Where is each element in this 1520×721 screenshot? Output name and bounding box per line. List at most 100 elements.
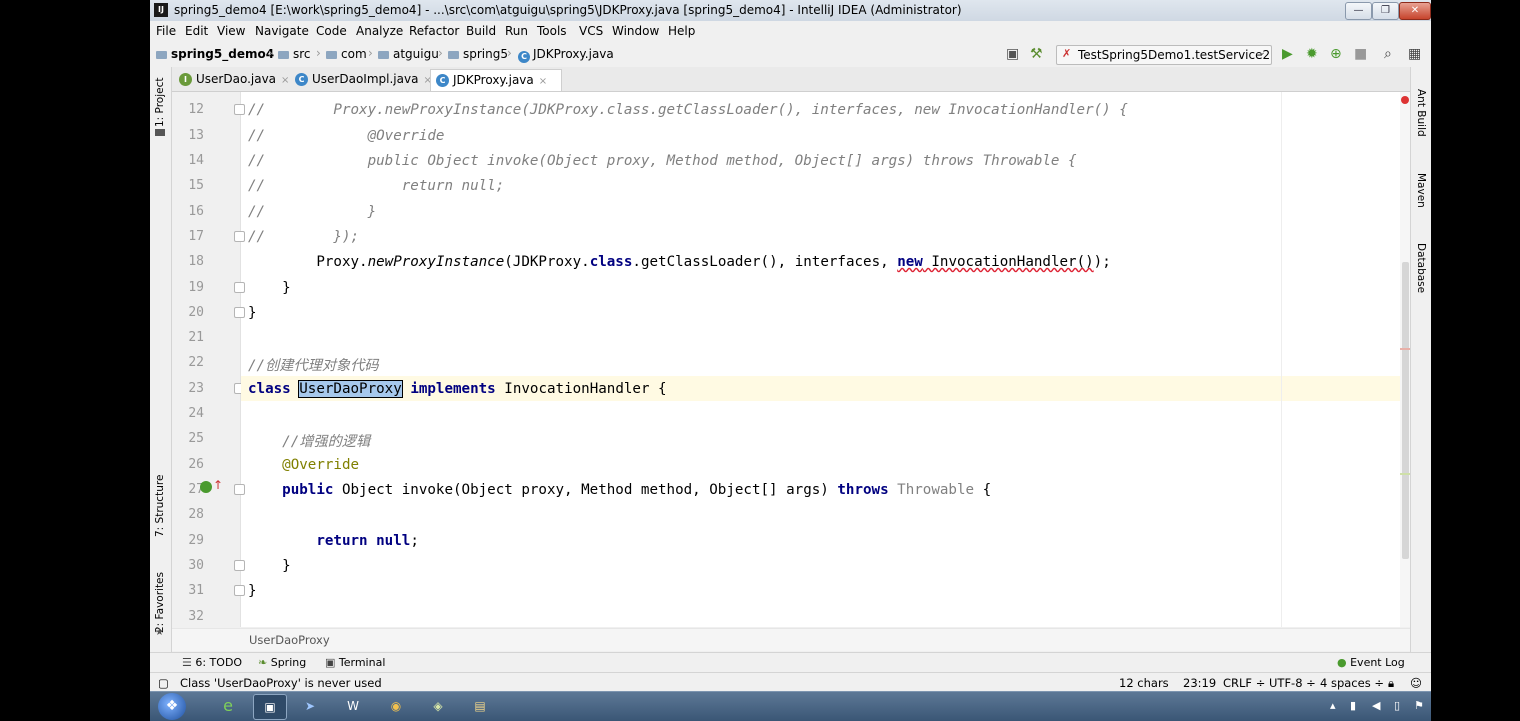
menu-file[interactable]: File — [156, 24, 176, 38]
chrome-taskbar-icon[interactable]: ◉ — [380, 694, 412, 718]
menu-build[interactable]: Build — [466, 24, 496, 38]
code-editor[interactable]: 12 13 14 15 16 17 18 19 20 21 22 23 24 2… — [172, 92, 1410, 627]
class-icon: C — [295, 73, 308, 86]
coverage-icon[interactable]: ⊕ — [1330, 46, 1342, 62]
breadcrumb-file[interactable]: C JDKProxy.java — [518, 47, 614, 63]
menu-window[interactable]: Window — [612, 24, 659, 38]
tool-database[interactable]: Database — [1415, 243, 1427, 293]
line-separator[interactable]: CRLF ÷ — [1223, 676, 1265, 690]
fold-marker-icon[interactable] — [234, 585, 245, 596]
tool-project[interactable]: 1: Project — [154, 78, 166, 127]
tool-favorites[interactable]: 2: Favorites — [154, 572, 166, 633]
tray-display-icon[interactable]: ▯ — [1394, 699, 1400, 712]
menu-view[interactable]: View — [217, 24, 245, 38]
debug-icon[interactable]: ✹ — [1306, 46, 1318, 62]
editor-scrollbar[interactable] — [1400, 92, 1410, 627]
folder-icon — [448, 51, 459, 59]
tab-jdkproxy[interactable]: C JDKProxy.java × — [430, 69, 562, 91]
code-line-13: // @Override — [248, 128, 445, 144]
line-number: 12 — [188, 102, 204, 117]
layout-icon[interactable]: ▣ — [1006, 46, 1019, 62]
menu-code[interactable]: Code — [316, 24, 347, 38]
line-number: 26 — [188, 457, 204, 472]
fold-marker-icon[interactable] — [234, 560, 245, 571]
indent-setting[interactable]: 4 spaces ÷ — [1320, 676, 1384, 690]
project-structure-icon[interactable]: ▦ — [1408, 46, 1421, 62]
fold-marker-icon[interactable] — [234, 231, 245, 242]
lock-icon[interactable]: 🔒︎ — [1388, 676, 1394, 691]
app-taskbar-icon[interactable]: ➤ — [294, 694, 326, 718]
explorer-taskbar-icon[interactable]: ▤ — [464, 694, 496, 718]
chevron-right-icon: › — [268, 46, 273, 60]
status-message[interactable]: Class 'UserDaoProxy' is never used — [180, 676, 382, 690]
tool-todo[interactable]: ☰ 6: TODO — [182, 656, 242, 669]
class-icon: C — [436, 74, 449, 87]
tool-terminal[interactable]: ▣ Terminal — [325, 656, 385, 669]
menu-edit[interactable]: Edit — [185, 24, 208, 38]
line-number: 16 — [188, 204, 204, 219]
stop-icon[interactable]: ■ — [1354, 46, 1367, 62]
tray-up-arrow-icon[interactable]: ▴ — [1330, 699, 1336, 712]
tool-structure[interactable]: 7: Structure — [154, 475, 166, 537]
leaf-icon: ❧ — [258, 656, 271, 669]
code-line-30: } — [248, 558, 291, 574]
tool-taskbar-icon[interactable]: ◈ — [422, 694, 454, 718]
breadcrumb-atguigu[interactable]: atguigu — [378, 47, 439, 61]
implements-method-icon[interactable] — [200, 481, 212, 493]
breadcrumb-com[interactable]: com — [326, 47, 367, 61]
line-number: 32 — [188, 609, 204, 624]
menu-refactor[interactable]: Refactor — [409, 24, 459, 38]
minimize-button[interactable]: — — [1345, 2, 1372, 20]
scrollbar-thumb[interactable] — [1402, 262, 1409, 559]
code-line-12: // Proxy.newProxyInstance(JDKProxy.class… — [248, 102, 1128, 118]
menu-analyze[interactable]: Analyze — [356, 24, 403, 38]
breadcrumb-spring5[interactable]: spring5 — [448, 47, 508, 61]
tool-maven[interactable]: Maven — [1415, 173, 1427, 208]
breadcrumb-project[interactable]: spring5_demo4 — [156, 47, 274, 61]
fold-marker-icon[interactable] — [234, 484, 245, 495]
menu-help[interactable]: Help — [668, 24, 695, 38]
close-button[interactable]: ✕ — [1399, 2, 1431, 20]
close-tab-icon[interactable]: × — [539, 76, 547, 87]
tray-network-icon[interactable]: ▮ — [1350, 699, 1356, 712]
structure-breadcrumb[interactable]: UserDaoProxy — [249, 633, 330, 647]
tab-userdaoimpl[interactable]: C UserDaoImpl.java × — [290, 69, 444, 90]
inspector-icon[interactable]: ☺ — [1410, 676, 1422, 690]
ie-browser-icon[interactable]: e — [212, 694, 244, 718]
chevron-down-icon: ⌄ — [1257, 47, 1266, 58]
tool-ant-build[interactable]: Ant Build — [1415, 89, 1427, 137]
run-icon[interactable]: ▶ — [1282, 46, 1293, 62]
tab-userdao[interactable]: I UserDao.java × — [174, 69, 304, 90]
close-tab-icon[interactable]: × — [281, 75, 289, 86]
arrow-up-icon[interactable]: ↑ — [213, 478, 223, 492]
tray-flag-icon[interactable]: ⚑ — [1414, 699, 1424, 712]
fold-marker-icon[interactable] — [234, 104, 245, 115]
caret-position[interactable]: 23:19 — [1183, 676, 1216, 690]
error-stripe-marker[interactable] — [1400, 348, 1410, 350]
menu-tools[interactable]: Tools — [537, 24, 567, 38]
windows-start-icon[interactable]: ❖ — [158, 693, 186, 720]
fold-marker-icon[interactable] — [234, 307, 245, 318]
build-hammer-icon[interactable]: ⚒ — [1030, 46, 1043, 62]
word-taskbar-icon[interactable]: W — [337, 694, 369, 718]
warning-stripe-marker[interactable] — [1400, 473, 1410, 475]
line-number: 25 — [188, 431, 204, 446]
line-number: 24 — [188, 406, 204, 421]
search-icon[interactable]: ⌕ — [1384, 46, 1392, 62]
menu-run[interactable]: Run — [505, 24, 528, 38]
left-tool-strip: 1: Project 7: Structure 2: Favorites ★ — [150, 67, 172, 655]
error-indicator-icon[interactable] — [1401, 96, 1409, 104]
file-encoding[interactable]: UTF-8 ÷ — [1269, 676, 1316, 690]
toggle-tool-windows-icon[interactable]: ▢ — [158, 676, 169, 690]
title-bar[interactable]: IJ spring5_demo4 [E:\work\spring5_demo4]… — [150, 0, 1431, 22]
menu-vcs[interactable]: VCS — [579, 24, 603, 38]
maximize-button[interactable]: ❐ — [1372, 2, 1399, 20]
event-log-button[interactable]: ● Event Log — [1337, 656, 1405, 669]
breadcrumb-src[interactable]: src — [278, 47, 311, 61]
run-configuration-select[interactable]: ✗ TestSpring5Demo1.testService2 ⌄ — [1056, 45, 1272, 65]
tray-volume-icon[interactable]: ◀︎ — [1372, 699, 1380, 712]
fold-marker-icon[interactable] — [234, 282, 245, 293]
menu-navigate[interactable]: Navigate — [255, 24, 309, 38]
tool-spring[interactable]: ❧ Spring — [258, 656, 306, 669]
intellij-taskbar-icon[interactable]: ▣ — [253, 694, 287, 720]
